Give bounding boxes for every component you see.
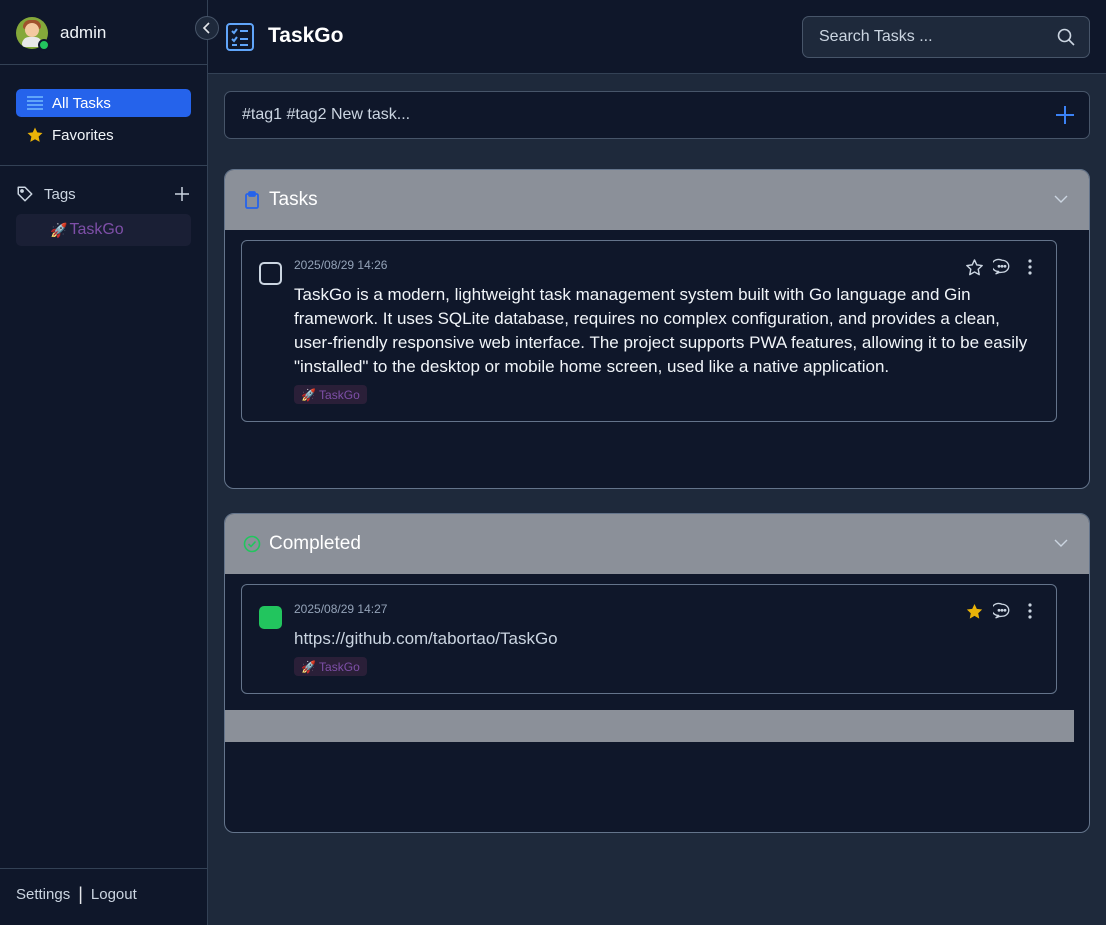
sidebar-footer: Settings | Logout bbox=[16, 884, 137, 905]
chevron-left-icon bbox=[202, 22, 212, 34]
footer-separator: | bbox=[78, 884, 83, 904]
avatar bbox=[16, 17, 50, 51]
logout-link[interactable]: Logout bbox=[91, 886, 137, 903]
user-profile[interactable]: admin bbox=[16, 16, 107, 51]
username: admin bbox=[60, 23, 107, 42]
add-task-button[interactable] bbox=[1055, 105, 1075, 125]
sidebar-item-favorites[interactable]: Favorites bbox=[16, 121, 191, 149]
new-task-input[interactable] bbox=[242, 106, 1055, 124]
more-options-icon[interactable] bbox=[1020, 601, 1040, 621]
page-title: TaskGo bbox=[268, 24, 344, 47]
search-input[interactable] bbox=[819, 28, 1057, 46]
chevron-down-icon[interactable] bbox=[1053, 535, 1071, 553]
comment-icon[interactable] bbox=[992, 257, 1012, 277]
task-tag[interactable]: 🚀 TaskGo bbox=[294, 657, 367, 676]
tasks-section: Tasks 2025/08/29 14:26 TaskGo is a moder… bbox=[224, 169, 1090, 489]
completed-section: Completed 2025/08/29 14:27 https://githu… bbox=[224, 513, 1090, 833]
task-tag[interactable]: 🚀 TaskGo bbox=[294, 385, 367, 404]
divider bbox=[0, 165, 208, 166]
collapse-sidebar-button[interactable] bbox=[195, 16, 219, 40]
star-icon[interactable] bbox=[964, 257, 984, 277]
tasks-section-header[interactable]: Tasks bbox=[225, 170, 1089, 230]
more-options-icon[interactable] bbox=[1020, 257, 1040, 277]
tag-icon bbox=[16, 184, 36, 204]
search-box bbox=[802, 16, 1090, 58]
tags-header-label: Tags bbox=[44, 185, 76, 203]
task-card[interactable]: 2025/08/29 14:26 TaskGo is a modern, lig… bbox=[241, 240, 1057, 422]
task-checkbox[interactable] bbox=[259, 262, 282, 285]
tag-label: TaskGo bbox=[69, 221, 124, 238]
settings-link[interactable]: Settings bbox=[16, 886, 70, 903]
task-date: 2025/08/29 14:27 bbox=[294, 602, 388, 616]
list-icon bbox=[26, 94, 44, 112]
task-text: https://github.com/tabortao/TaskGo bbox=[294, 629, 558, 648]
sidebar-item-label: All Tasks bbox=[52, 94, 111, 112]
section-title: Tasks bbox=[269, 189, 318, 210]
completed-section-header[interactable]: Completed bbox=[225, 514, 1089, 574]
search-icon[interactable] bbox=[1057, 28, 1075, 46]
online-status-indicator bbox=[38, 39, 50, 51]
task-card[interactable]: 2025/08/29 14:27 https://github.com/tabo… bbox=[241, 584, 1057, 694]
star-icon bbox=[26, 126, 44, 144]
plus-icon bbox=[1055, 105, 1075, 125]
add-tag-button[interactable] bbox=[173, 185, 191, 203]
sidebar-tag-taskgo[interactable]: 🚀 TaskGo bbox=[16, 214, 191, 246]
check-circle-icon bbox=[243, 534, 261, 554]
sidebar-item-label: Favorites bbox=[52, 126, 114, 144]
tags-header: Tags bbox=[16, 183, 191, 205]
task-checkbox[interactable] bbox=[259, 606, 282, 629]
task-actions bbox=[956, 257, 1040, 277]
checklist-icon bbox=[226, 23, 254, 51]
task-actions bbox=[956, 601, 1040, 621]
sidebar: admin All Tasks Favorites Tags 🚀 TaskGo … bbox=[0, 0, 208, 925]
clipboard-icon bbox=[243, 190, 261, 210]
section-title: Completed bbox=[269, 533, 361, 554]
star-icon[interactable] bbox=[964, 601, 984, 621]
task-date: 2025/08/29 14:26 bbox=[294, 258, 388, 272]
chevron-down-icon[interactable] bbox=[1053, 191, 1071, 209]
divider bbox=[0, 64, 208, 65]
top-bar: TaskGo bbox=[208, 0, 1106, 74]
comment-icon[interactable] bbox=[992, 601, 1012, 621]
section-footer-bar bbox=[225, 710, 1074, 742]
rocket-icon: 🚀 bbox=[50, 221, 68, 238]
task-text: TaskGo is a modern, lightweight task man… bbox=[294, 285, 1028, 376]
new-task-bar bbox=[224, 91, 1090, 139]
sidebar-item-all-tasks[interactable]: All Tasks bbox=[16, 89, 191, 117]
divider bbox=[0, 868, 208, 869]
